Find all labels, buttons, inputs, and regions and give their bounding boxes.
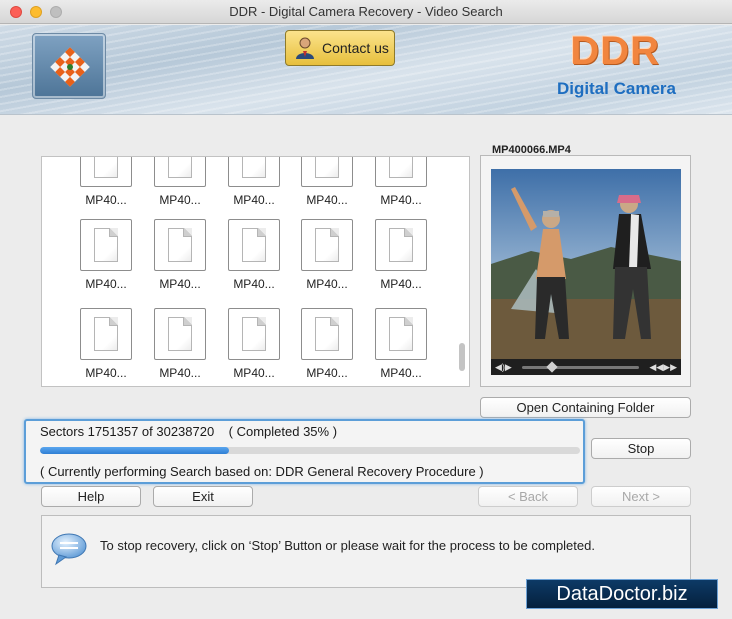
header-banner: Contact us DDR Digital Camera — [0, 25, 732, 115]
file-label: MP40... — [159, 366, 201, 380]
file-label: MP40... — [159, 193, 201, 207]
window-title: DDR - Digital Camera Recovery - Video Se… — [229, 4, 503, 19]
volume-icon[interactable]: ◀) — [495, 362, 505, 373]
video-file-icon[interactable] — [301, 219, 353, 271]
file-label: MP40... — [306, 277, 348, 291]
forward-icon[interactable]: ▶▶ — [663, 362, 677, 373]
info-message: To stop recovery, click on ‘Stop’ Button… — [100, 538, 595, 553]
video-file-icon[interactable] — [228, 157, 280, 187]
file-label: MP40... — [85, 366, 127, 380]
help-button[interactable]: Help — [41, 486, 141, 507]
contact-us-button[interactable]: Contact us — [285, 30, 395, 66]
back-button[interactable]: < Back — [478, 486, 578, 507]
video-file-icon[interactable] — [375, 157, 427, 187]
file-grid: MP40... MP40... MP40... MP40... MP40... MP40.… — [41, 156, 470, 387]
datadoctor-watermark: DataDoctor.biz — [526, 579, 718, 609]
sectors-text: Sectors 1751357 of 30238720 — [40, 424, 215, 439]
file-item[interactable]: MP40... — [76, 219, 136, 291]
video-file-icon[interactable] — [154, 157, 206, 187]
video-file-icon[interactable] — [80, 219, 132, 271]
video-file-icon[interactable] — [154, 219, 206, 271]
video-file-icon[interactable] — [228, 219, 280, 271]
file-item[interactable]: MP40... — [297, 219, 357, 291]
completed-text: ( Completed 35% ) — [228, 424, 338, 439]
brand-title: DDR — [570, 29, 660, 73]
file-item[interactable]: MP40... — [150, 219, 210, 291]
app-logo — [32, 33, 106, 99]
scrollbar-thumb[interactable] — [459, 343, 465, 371]
file-item[interactable]: MP40... — [150, 157, 210, 207]
progress-fill — [40, 447, 229, 454]
file-label: MP40... — [380, 277, 422, 291]
close-window-button[interactable] — [10, 6, 22, 18]
open-containing-folder-button[interactable]: Open Containing Folder — [480, 397, 691, 418]
person-icon — [296, 37, 314, 59]
file-item[interactable]: MP40... — [224, 219, 284, 291]
preview-panel: ◀) ▶ ◀◀ ▶▶ — [480, 155, 691, 387]
file-item[interactable]: MP40... — [224, 157, 284, 207]
video-file-icon[interactable] — [80, 157, 132, 187]
info-panel: To stop recovery, click on ‘Stop’ Button… — [41, 515, 691, 588]
minimize-window-button[interactable] — [30, 6, 42, 18]
video-file-icon[interactable] — [375, 308, 427, 360]
progress-panel: Sectors 1751357 of 30238720 ( Completed … — [24, 419, 585, 484]
file-item[interactable]: MP40... — [297, 308, 357, 380]
file-item[interactable]: MP40... — [76, 308, 136, 380]
file-label: MP40... — [380, 193, 422, 207]
video-file-icon[interactable] — [301, 308, 353, 360]
file-item[interactable]: MP40... — [150, 308, 210, 380]
file-item[interactable]: MP40... — [224, 308, 284, 380]
file-item[interactable]: MP40... — [371, 157, 431, 207]
next-button[interactable]: Next > — [591, 486, 691, 507]
vertical-scrollbar[interactable] — [457, 157, 467, 386]
file-label: MP40... — [85, 193, 127, 207]
file-label: MP40... — [233, 277, 275, 291]
file-item[interactable]: MP40... — [371, 308, 431, 380]
file-item[interactable]: MP40... — [297, 157, 357, 207]
progress-bar — [40, 447, 580, 454]
contact-us-label: Contact us — [322, 40, 389, 56]
video-preview — [491, 169, 681, 359]
file-label: MP40... — [233, 366, 275, 380]
file-label: MP40... — [380, 366, 422, 380]
file-item[interactable]: MP40... — [76, 157, 136, 207]
file-item[interactable]: MP40... — [371, 219, 431, 291]
checker-logo-icon — [50, 47, 90, 87]
video-controls[interactable]: ◀) ▶ ◀◀ ▶▶ — [491, 359, 681, 375]
file-label: MP40... — [85, 277, 127, 291]
rewind-icon[interactable]: ◀◀ — [649, 362, 663, 373]
video-frame-image — [491, 169, 681, 359]
file-label: MP40... — [306, 193, 348, 207]
speech-bubble-icon — [51, 533, 87, 566]
stop-button[interactable]: Stop — [591, 438, 691, 459]
brand-subtitle: Digital Camera — [556, 79, 676, 98]
exit-button[interactable]: Exit — [153, 486, 253, 507]
video-file-icon[interactable] — [80, 308, 132, 360]
video-file-icon[interactable] — [301, 157, 353, 187]
file-label: MP40... — [306, 366, 348, 380]
video-file-icon[interactable] — [375, 219, 427, 271]
file-label: MP40... — [233, 193, 275, 207]
zoom-window-button[interactable] — [50, 6, 62, 18]
seek-bar[interactable] — [521, 360, 640, 373]
progress-status: ( Currently performing Search based on: … — [40, 464, 484, 479]
video-file-icon[interactable] — [154, 308, 206, 360]
video-file-icon[interactable] — [228, 308, 280, 360]
title-bar: DDR - Digital Camera Recovery - Video Se… — [0, 0, 732, 24]
file-label: MP40... — [159, 277, 201, 291]
progress-sectors: Sectors 1751357 of 30238720 ( Completed … — [40, 424, 337, 439]
play-icon[interactable]: ▶ — [505, 362, 512, 373]
seek-knob[interactable] — [546, 360, 558, 373]
